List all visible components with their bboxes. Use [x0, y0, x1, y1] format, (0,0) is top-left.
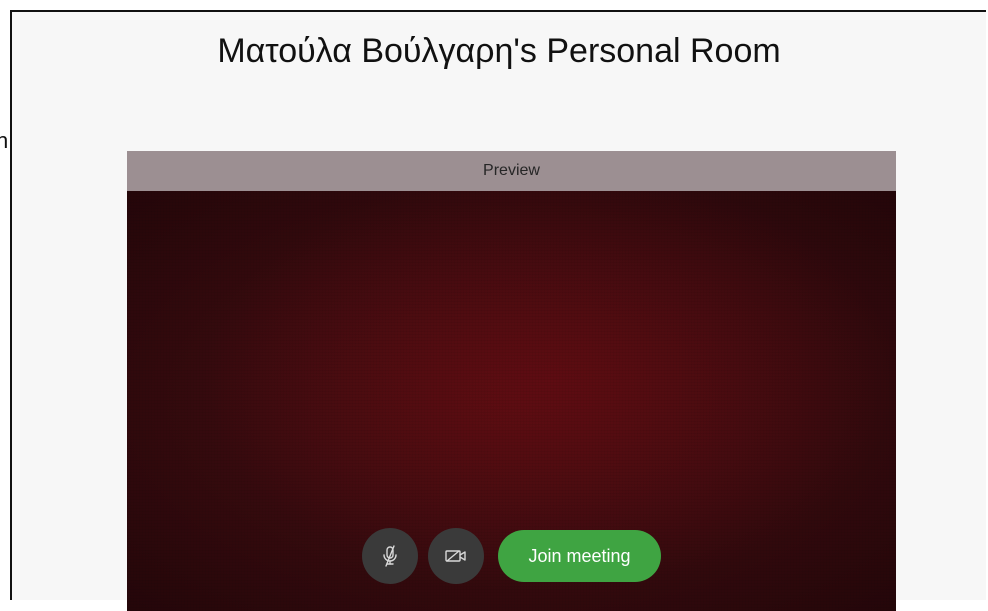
- left-edge-text: n: [0, 128, 9, 153]
- microphone-muted-icon: [378, 544, 402, 568]
- video-off-icon: [443, 544, 469, 568]
- room-title: Ματούλα Βούλγαρη's Personal Room: [217, 32, 781, 70]
- preview-header: Preview: [127, 151, 896, 191]
- mute-button[interactable]: [362, 528, 419, 584]
- join-meeting-button[interactable]: Join meeting: [498, 530, 661, 582]
- video-preview-panel: Preview Join meeting: [127, 151, 896, 611]
- personal-room-window: Ματούλα Βούλγαρη's Personal Room Preview: [10, 10, 986, 611]
- video-toggle-button[interactable]: [428, 528, 485, 584]
- meeting-controls: Join meeting: [127, 528, 896, 584]
